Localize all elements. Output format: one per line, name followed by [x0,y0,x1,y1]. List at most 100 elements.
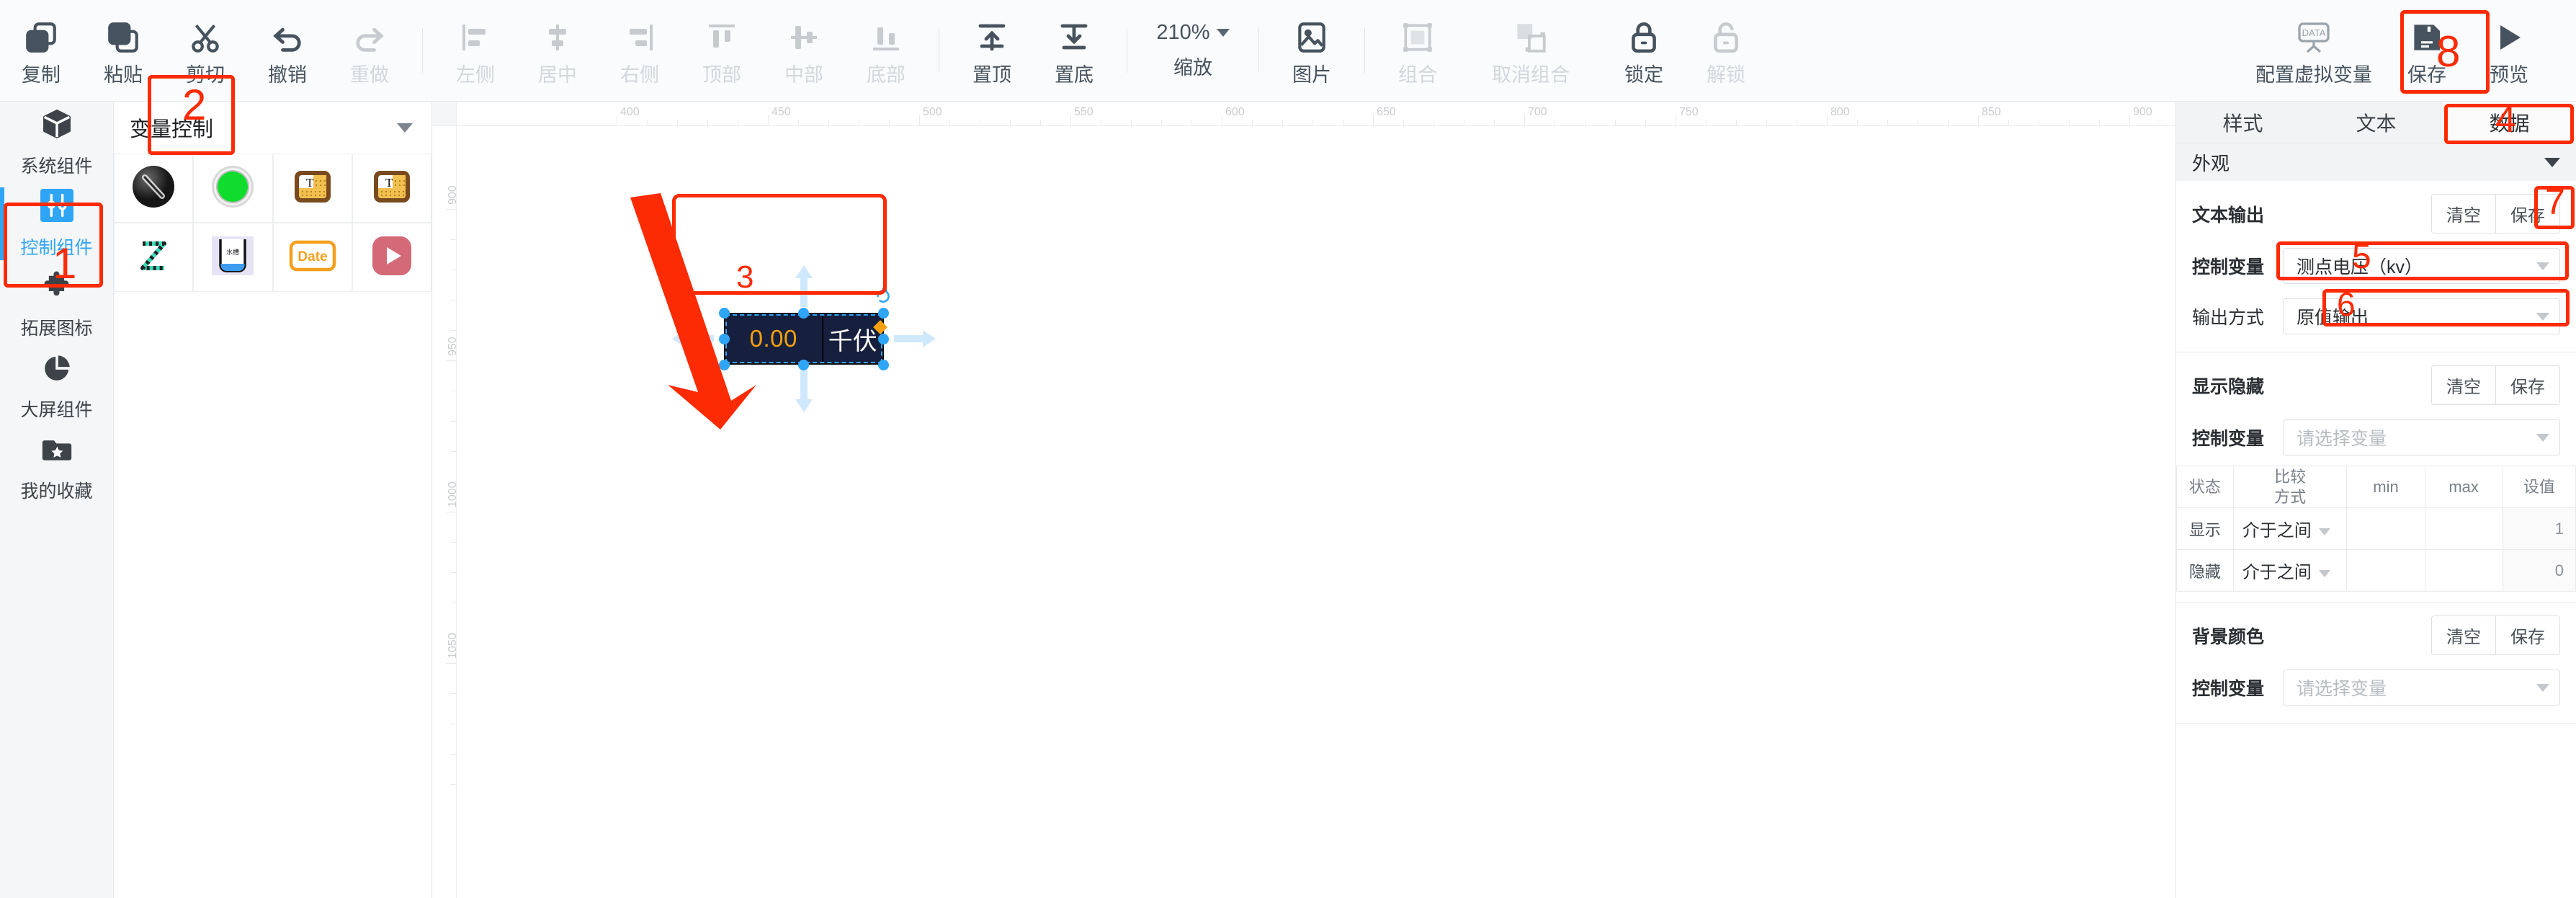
show-hide-variable-select[interactable]: 请选择变量 [2283,419,2560,455]
show-hide-save-button[interactable]: 保存 [2495,366,2559,404]
svg-text:水槽: 水槽 [226,248,239,256]
component-text-input[interactable]: T [272,154,352,223]
chevron-down-icon[interactable] [397,123,413,133]
output-mode-label: 输出方式 [2192,308,2265,328]
output-mode-value: 原值输出 [2297,308,2369,328]
component-text-output[interactable]: T [352,154,431,223]
cut-button[interactable]: 剪切 [164,7,246,94]
background-color-clear-button[interactable]: 清空 [2432,616,2495,654]
align-left-label: 左侧 [456,63,495,86]
puzzle-icon [41,271,73,306]
design-board[interactable]: 0.00 千伏 [457,126,2175,898]
resize-handle-e[interactable] [878,334,889,344]
table-row: 显示 介于之间 1 [2176,507,2576,550]
tab-text[interactable]: 文本 [2309,102,2443,143]
ruler-minor-tick [450,693,456,694]
send-to-back-button[interactable]: 置底 [1033,7,1115,94]
component-knob[interactable] [114,154,194,223]
background-color-block: 背景颜色 清空 保存 控制变量 请选择变量 [2176,603,2576,724]
component-video[interactable] [352,223,431,292]
background-color-variable-select[interactable]: 请选择变量 [2283,670,2560,706]
appearance-section-header[interactable]: 外观 [2176,143,2576,181]
component-date[interactable]: Date [272,223,352,292]
output-mode-select[interactable]: 原值输出 [2283,298,2560,334]
ruler-minor-tick [2099,120,2100,125]
ruler-minor-tick [1615,120,1616,125]
sliders-icon [40,188,73,226]
resize-handle-se[interactable] [878,360,889,370]
cell-compare-select[interactable]: 介于之间 [2232,507,2348,550]
ruler-label: 850 [1982,106,2001,118]
save-button[interactable]: 保存 [2386,7,2468,94]
chevron-down-icon[interactable] [2544,157,2560,167]
sidebar-item-dashboard-components[interactable]: 大屏组件 [0,346,113,427]
background-color-variable-label: 控制变量 [2192,679,2265,699]
svg-text:T: T [385,176,393,190]
ruler-minor-tick [450,572,456,573]
selected-widget-wrapper[interactable]: 0.00 千伏 [672,265,936,412]
copy-button[interactable]: 复制 [0,7,82,94]
paste-button[interactable]: 粘贴 [82,7,164,94]
undo-button[interactable]: 撤销 [246,7,328,94]
group-icon [1400,17,1436,58]
background-color-save-button[interactable]: 保存 [2495,616,2559,654]
text-output-widget[interactable]: 0.00 千伏 [724,313,884,365]
resize-handle-s[interactable] [798,360,809,370]
text-output-save-button[interactable]: 保存 [2495,195,2559,233]
configure-virtual-variable-button[interactable]: DATA 配置虚拟变量 [2242,7,2386,94]
redo-button: 重做 [328,7,411,94]
text-output-clear-button[interactable]: 清空 [2432,195,2495,233]
ruler-minor-tick [450,754,456,755]
show-hide-clear-button[interactable]: 清空 [2432,366,2495,404]
move-arrow-down-icon [794,370,814,416]
align-right-button: 右侧 [599,7,681,94]
ruler-label: 650 [1377,106,1396,118]
th-min: min [2346,466,2425,508]
ruler-minor-tick [1857,120,1858,125]
rotate-handle-icon[interactable] [874,287,893,311]
ruler-minor-tick [647,120,648,125]
bring-to-front-button[interactable]: 置顶 [951,7,1033,94]
lock-button[interactable]: 锁定 [1603,7,1685,94]
folder-star-icon [41,434,73,469]
tab-data[interactable]: 数据 [2443,102,2576,143]
text-output-header-row: 文本输出 清空 保存 [2176,187,2576,241]
zoom-label: 缩放 [1173,57,1212,79]
show-hide-block: 显示隐藏 清空 保存 控制变量 请选择变量 状态 比较 方式 min max 设值 [2176,352,2576,603]
resize-handle-nw[interactable] [719,308,730,319]
copy-icon [23,17,59,58]
component-panel-header[interactable]: 变量控制 [114,102,431,154]
sidebar-item-system-components[interactable]: 系统组件 [0,102,113,183]
canvas-area[interactable]: 400 450 500 550 600 650 700 750 800 850 900 900 950… [432,102,2175,898]
chevron-down-icon [2318,569,2330,577]
zoom-control[interactable]: 210% 缩放 [1139,21,1247,80]
cell-min[interactable] [2346,507,2425,550]
control-variable-value: 测点电压（kv） [2297,257,2423,277]
svg-text:DATA: DATA [2302,27,2326,38]
ruler-minor-tick [450,239,456,240]
cell-max[interactable] [2424,507,2503,550]
cell-compare-value: 介于之间 [2242,563,2312,582]
tab-style[interactable]: 样式 [2176,102,2309,143]
move-arrow-up-icon [794,265,814,311]
ruler-tick [2129,115,2130,125]
sidebar-item-my-favorites[interactable]: 我的收藏 [0,427,113,509]
image-button[interactable]: 图片 [1271,7,1353,94]
control-variable-select[interactable]: 测点电压（kv） [2283,248,2560,284]
background-color-title: 背景颜色 [2192,626,2265,647]
sidebar-item-control-components[interactable]: 控制组件 [0,183,113,264]
resize-handle-sw[interactable] [719,360,730,370]
component-indicator-lamp[interactable] [193,154,273,223]
sidebar-item-extended-icons[interactable]: 拓展图标 [0,264,113,346]
component-tank[interactable]: 水槽 [193,223,273,292]
cell-max[interactable] [2424,549,2503,592]
preview-button[interactable]: 预览 [2468,7,2550,94]
ruler-minor-tick [1282,120,1283,125]
cell-compare-select[interactable]: 介于之间 [2232,549,2348,592]
sidebar-label-my-favorites: 我的收藏 [20,481,93,502]
component-polyline[interactable] [114,223,194,292]
pie-chart-icon [41,352,73,388]
cell-min[interactable] [2346,549,2425,592]
svg-text:Date: Date [298,249,327,264]
resize-handle-w[interactable] [719,334,730,344]
